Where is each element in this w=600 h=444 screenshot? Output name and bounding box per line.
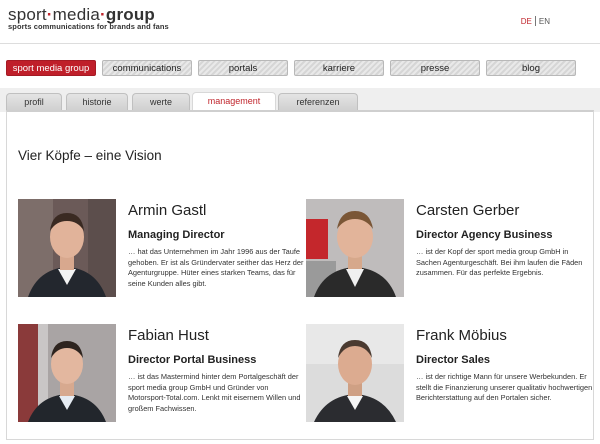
nav-portals[interactable]: portals [198, 60, 288, 76]
person-name: Fabian Hust [128, 327, 209, 344]
person-role: Director Portal Business [128, 354, 257, 366]
nav-communications[interactable]: communications [102, 60, 192, 76]
person-description: … ist das Mastermind hinter dem Portalge… [128, 372, 301, 413]
person-name: Frank Möbius [416, 327, 507, 344]
main-nav: sport media group communications portals… [6, 60, 594, 76]
tagline: sports communications for brands and fan… [8, 22, 169, 31]
tab-profil[interactable]: profil [6, 93, 62, 111]
person-card: Fabian Hust Director Portal Business … i… [18, 324, 308, 424]
person-role: Managing Director [128, 229, 225, 241]
tab-werte[interactable]: werte [132, 93, 190, 111]
person-description: … hat das Unternehmen im Jahr 1996 aus d… [128, 247, 304, 288]
sub-nav: profil historie werte management referen… [6, 92, 406, 112]
person-card: Carsten Gerber Director Agency Business … [306, 199, 596, 299]
person-role: Director Agency Business [416, 229, 553, 241]
person-name: Carsten Gerber [416, 202, 520, 219]
portrait-photo [18, 199, 116, 297]
person-description: … ist der Kopf der sport media group Gmb… [416, 247, 583, 278]
language-switcher: DE EN [521, 16, 550, 26]
nav-sport-media-group[interactable]: sport media group [6, 60, 96, 76]
lang-separator [534, 16, 536, 26]
header: sport·media·group sports communications … [0, 0, 600, 44]
person-name: Armin Gastl [128, 202, 207, 219]
nav-karriere[interactable]: karriere [294, 60, 384, 76]
portrait-photo [18, 324, 116, 422]
person-description: … ist der richtige Mann für unsere Werbe… [416, 372, 593, 403]
nav-presse[interactable]: presse [390, 60, 480, 76]
person-card: Armin Gastl Managing Director … hat das … [18, 199, 308, 299]
lang-de-link[interactable]: DE [521, 17, 532, 26]
tab-referenzen[interactable]: referenzen [278, 93, 358, 111]
tab-management[interactable]: management [192, 92, 276, 112]
page-title: Vier Köpfe – eine Vision [18, 148, 162, 163]
portrait-photo [306, 199, 404, 297]
tab-historie[interactable]: historie [66, 93, 128, 111]
nav-blog[interactable]: blog [486, 60, 576, 76]
person-role: Director Sales [416, 354, 490, 366]
lang-en-link[interactable]: EN [539, 17, 550, 26]
person-card: Frank Möbius Director Sales … ist der ri… [306, 324, 596, 424]
portrait-photo [306, 324, 404, 422]
